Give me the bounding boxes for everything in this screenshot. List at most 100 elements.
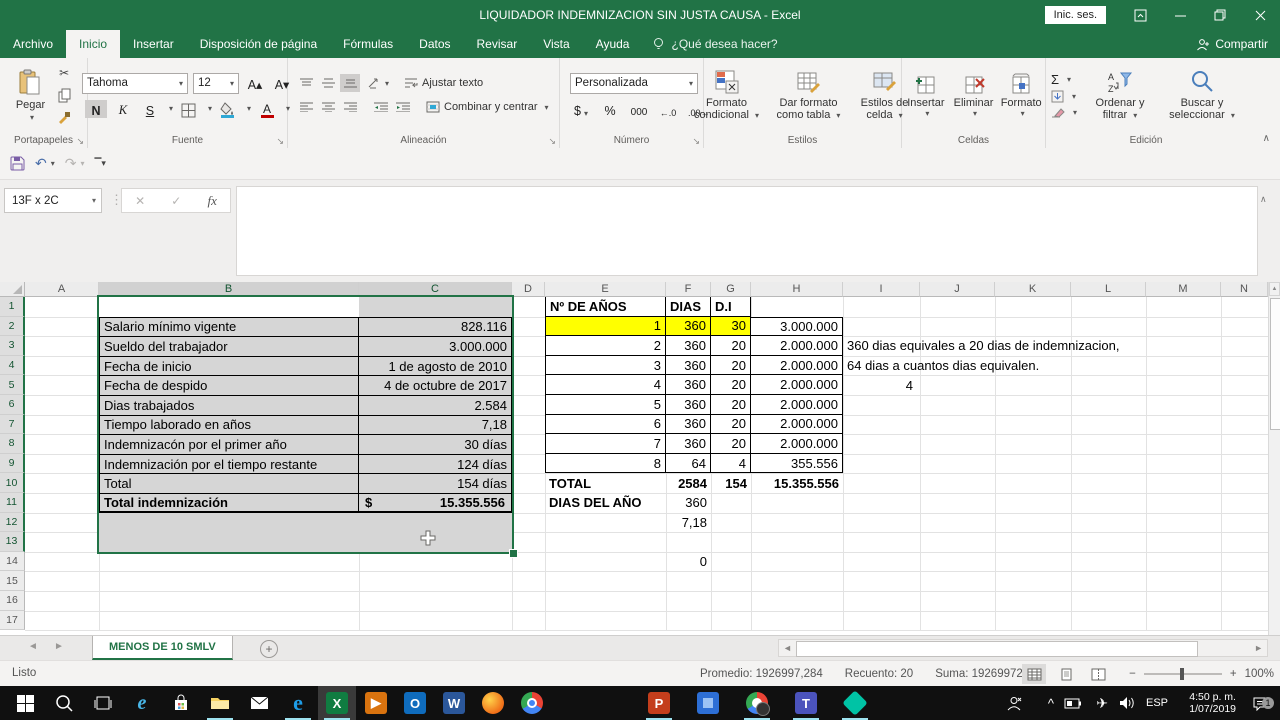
- row-header-4[interactable]: 4: [0, 356, 25, 376]
- menu-tab-disposici-n-de-p-gina[interactable]: Disposición de página: [187, 30, 330, 58]
- column-header-L[interactable]: L: [1071, 282, 1146, 297]
- cell-E9[interactable]: 8: [545, 454, 666, 474]
- cell-G6[interactable]: 20: [711, 395, 751, 415]
- cell-G3[interactable]: 20: [711, 336, 751, 356]
- zoom-in-button[interactable]: +: [1230, 668, 1237, 680]
- row-header-14[interactable]: 14: [0, 552, 25, 572]
- column-header-B[interactable]: B: [99, 282, 359, 297]
- airplane-mode-tray-icon[interactable]: ✈: [1096, 686, 1108, 720]
- font-size-select[interactable]: 12▾: [193, 73, 239, 94]
- teams-button[interactable]: T: [787, 686, 825, 720]
- cell-F7[interactable]: 360: [666, 415, 711, 435]
- cell-H4[interactable]: 2.000.000: [751, 356, 843, 376]
- align-center-button[interactable]: [318, 98, 338, 116]
- column-header-M[interactable]: M: [1146, 282, 1221, 297]
- powerpoint-button[interactable]: P: [640, 686, 678, 720]
- cell-F2[interactable]: 360: [666, 317, 711, 337]
- sort-filter-button[interactable]: AZ Ordenar y filtrar ▾: [1085, 67, 1155, 124]
- cell-I4[interactable]: 64 dias a cuantos dias equivalen.: [843, 356, 1173, 376]
- next-sheet-button[interactable]: ►: [54, 641, 64, 652]
- delete-cells-button[interactable]: Eliminar ▾: [950, 73, 998, 118]
- merge-center-button[interactable]: Combinar y centrar ▾: [426, 101, 549, 113]
- cell-F11[interactable]: 360: [666, 493, 711, 513]
- menu-tab-insertar[interactable]: Insertar: [120, 30, 187, 58]
- row-header-8[interactable]: 8: [0, 434, 25, 454]
- cut-button[interactable]: ✂: [53, 64, 75, 82]
- align-top-button[interactable]: [296, 74, 316, 92]
- restore-button[interactable]: [1200, 0, 1240, 30]
- row-header-12[interactable]: 12: [0, 513, 25, 533]
- normal-view-button[interactable]: [1022, 664, 1046, 684]
- file-explorer-button[interactable]: [201, 686, 239, 720]
- insert-cells-button[interactable]: Insertar ▾: [902, 73, 950, 118]
- cell-B11[interactable]: Total indemnización: [99, 493, 359, 513]
- cell-E8[interactable]: 7: [545, 434, 666, 454]
- cell-F5[interactable]: 360: [666, 375, 711, 395]
- minimize-button[interactable]: [1160, 0, 1200, 30]
- number-format-select[interactable]: Personalizada▾: [570, 73, 698, 94]
- row-header-16[interactable]: 16: [0, 591, 25, 611]
- paste-dropdown-icon[interactable]: ▾: [30, 113, 34, 122]
- undo-button[interactable]: ↶▾: [35, 155, 55, 172]
- row-header-15[interactable]: 15: [0, 571, 25, 591]
- cell-C6[interactable]: 2.584: [359, 395, 512, 415]
- cell-G4[interactable]: 20: [711, 356, 751, 376]
- clipboard-dialog-launcher-icon[interactable]: ↘: [76, 136, 84, 147]
- cell-C7[interactable]: 7,18: [359, 415, 512, 435]
- cell-range-B12-C13[interactable]: [99, 513, 512, 552]
- firefox-button[interactable]: [474, 686, 512, 720]
- align-bottom-button[interactable]: [340, 74, 360, 92]
- fill-color-dropdown-icon[interactable]: ▾: [247, 104, 251, 113]
- select-all-button[interactable]: [0, 282, 25, 297]
- menu-tab-vista[interactable]: Vista: [530, 30, 582, 58]
- cell-B5[interactable]: Fecha de despido: [99, 375, 359, 395]
- cell-F10[interactable]: 2584: [666, 473, 711, 493]
- column-header-F[interactable]: F: [666, 282, 711, 297]
- vertical-scroll-thumb[interactable]: [1270, 298, 1280, 430]
- alignment-dialog-launcher-icon[interactable]: ↘: [548, 136, 556, 147]
- decrease-indent-button[interactable]: [371, 98, 391, 116]
- zoom-out-button[interactable]: −: [1129, 668, 1136, 680]
- volume-tray-icon[interactable]: [1119, 686, 1136, 720]
- cell-G10[interactable]: 154: [711, 473, 751, 493]
- tell-me-search[interactable]: ¿Qué desea hacer?: [642, 30, 787, 58]
- format-as-table-button[interactable]: Dar formato como tabla ▾: [769, 67, 849, 124]
- cell-B7[interactable]: Tiempo laborado en años: [99, 415, 359, 435]
- cell-E7[interactable]: 6: [545, 415, 666, 435]
- redo-button[interactable]: ↷▾: [65, 155, 85, 172]
- cell-B8[interactable]: Indemnizacón por el primer año: [99, 434, 359, 454]
- language-indicator[interactable]: ESP: [1146, 686, 1168, 720]
- new-sheet-button[interactable]: +: [260, 640, 278, 658]
- menu-tab-ayuda[interactable]: Ayuda: [583, 30, 643, 58]
- autosum-button[interactable]: Σ▾: [1051, 72, 1071, 87]
- row-header-1[interactable]: 1: [0, 297, 25, 317]
- column-header-A[interactable]: A: [25, 282, 99, 297]
- cancel-entry-button[interactable]: ✕: [135, 194, 145, 208]
- microsoft-store-button[interactable]: [162, 686, 200, 720]
- orientation-button[interactable]: ▾: [365, 74, 391, 92]
- column-header-C[interactable]: C: [359, 282, 512, 297]
- align-left-button[interactable]: [296, 98, 316, 116]
- selection-fill-handle[interactable]: [509, 549, 518, 558]
- cell-F12[interactable]: 7,18: [666, 513, 711, 533]
- cell-C3[interactable]: 3.000.000: [359, 336, 512, 356]
- cell-F4[interactable]: 360: [666, 356, 711, 376]
- cell-B2[interactable]: Salario mínimo vigente: [99, 317, 359, 337]
- column-header-I[interactable]: I: [843, 282, 920, 297]
- sign-in-button[interactable]: Inic. ses.: [1045, 6, 1106, 24]
- copy-button[interactable]: [53, 86, 75, 104]
- find-select-button[interactable]: Buscar y seleccionar ▾: [1163, 67, 1241, 124]
- chrome-profile-button[interactable]: [738, 686, 776, 720]
- battery-tray-icon[interactable]: [1064, 686, 1082, 720]
- cell-F14[interactable]: 0: [666, 552, 711, 572]
- horizontal-scroll-thumb[interactable]: [796, 641, 1198, 657]
- font-dialog-launcher-icon[interactable]: ↘: [276, 136, 284, 147]
- menu-tab-archivo[interactable]: Archivo: [0, 30, 66, 58]
- fill-color-button[interactable]: [217, 100, 239, 118]
- cell-E5[interactable]: 4: [545, 375, 666, 395]
- row-header-7[interactable]: 7: [0, 415, 25, 435]
- number-dialog-launcher-icon[interactable]: ↘: [692, 136, 700, 147]
- task-view-button[interactable]: [84, 686, 122, 720]
- align-middle-button[interactable]: [318, 74, 338, 92]
- cell-C5[interactable]: 4 de octubre de 2017: [359, 375, 512, 395]
